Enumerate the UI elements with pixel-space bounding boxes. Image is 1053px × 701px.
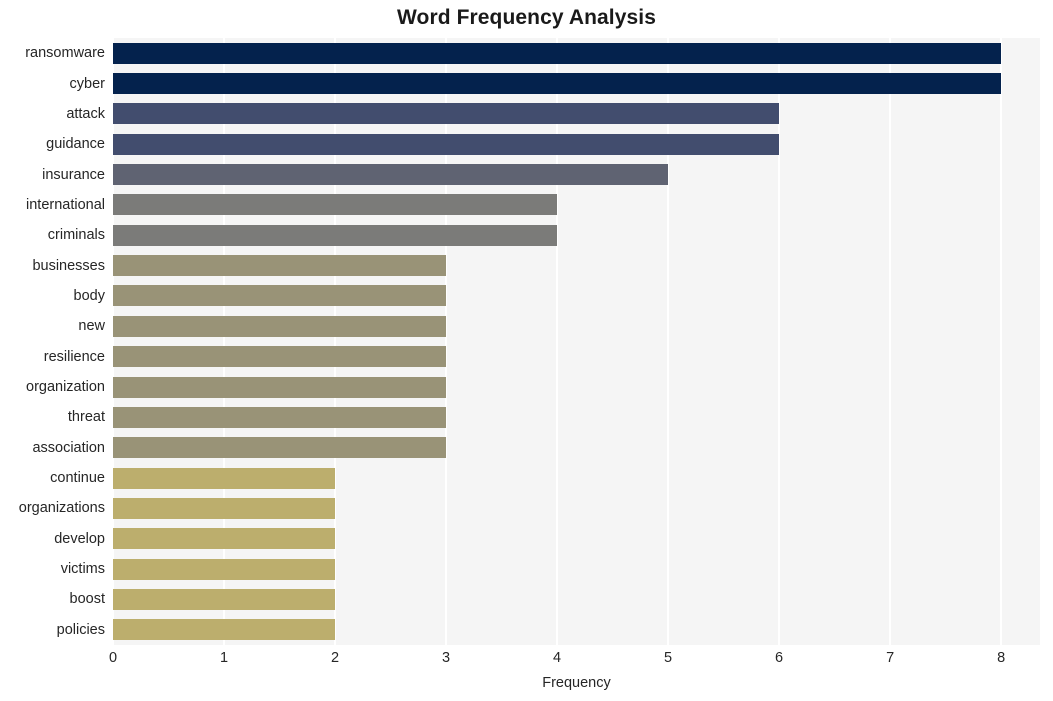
x-tick-label-4: 4 xyxy=(553,650,562,666)
chart-title: Word Frequency Analysis xyxy=(396,6,657,29)
bar-boost xyxy=(113,588,336,610)
y-tick-label-continue: continue xyxy=(50,470,105,487)
x-tick-label-8: 8 xyxy=(997,650,1006,666)
bar-row xyxy=(113,554,336,584)
y-tick-label-organizations: organizations xyxy=(18,500,105,517)
bar-association xyxy=(113,437,447,459)
y-tick-label-cyber: cyber xyxy=(69,75,105,92)
x-axis-tick-labels: 0 1 2 3 4 5 6 7 8 xyxy=(109,650,1040,674)
bar-cyber xyxy=(113,73,1002,95)
bar-international xyxy=(113,194,558,216)
bar-row xyxy=(113,99,780,129)
bar-guidance xyxy=(113,133,780,155)
bar-row xyxy=(113,159,669,189)
y-tick-label-victims: victims xyxy=(60,561,105,578)
x-tick-label-0: 0 xyxy=(108,650,118,666)
bar-row xyxy=(113,38,1002,68)
y-tick-label-ransomware: ransomware xyxy=(25,45,105,62)
bar-row xyxy=(113,190,558,220)
x-axis-title: Frequency xyxy=(542,675,611,691)
y-tick-label-association: association xyxy=(32,439,105,456)
bar-row xyxy=(113,524,336,554)
bar-row xyxy=(113,615,336,645)
x-tick-label-6: 6 xyxy=(775,650,784,666)
y-tick-label-develop: develop xyxy=(54,530,105,547)
bar-row xyxy=(113,402,447,432)
bar-organizations xyxy=(113,497,336,519)
y-tick-label-body: body xyxy=(73,287,105,304)
x-tick-label-3: 3 xyxy=(442,650,451,666)
bar-row xyxy=(113,433,447,463)
bar-row xyxy=(113,372,447,402)
bar-body xyxy=(113,285,447,307)
bar-row xyxy=(113,250,447,280)
bar-continue xyxy=(113,467,336,489)
bar-resilience xyxy=(113,346,447,368)
y-tick-label-attack: attack xyxy=(66,105,105,122)
bar-row xyxy=(113,311,447,341)
y-tick-label-guidance: guidance xyxy=(46,136,105,153)
y-tick-label-boost: boost xyxy=(69,591,105,608)
bar-insurance xyxy=(113,164,669,186)
y-tick-label-policies: policies xyxy=(56,621,105,638)
bar-develop xyxy=(113,528,336,550)
y-tick-label-insurance: insurance xyxy=(42,166,105,183)
bar-criminals xyxy=(113,224,558,246)
y-tick-label-new: new xyxy=(78,318,105,335)
bar-row xyxy=(113,220,558,250)
y-tick-label-threat: threat xyxy=(67,409,105,426)
y-axis-tick-labels: ransomware cyber attack guidance insurance in… xyxy=(0,38,105,645)
bar-threat xyxy=(113,406,447,428)
y-tick-label-criminals: criminals xyxy=(47,227,105,244)
x-tick-label-1: 1 xyxy=(219,650,229,666)
bar-row xyxy=(113,342,447,372)
word-frequency-chart: Word Frequency Analysis ransomware cyber a… xyxy=(0,0,1053,701)
bar-organization xyxy=(113,376,447,398)
bar-victims xyxy=(113,558,336,580)
bar-ransomware xyxy=(113,42,1002,64)
bar-businesses xyxy=(113,255,447,277)
y-tick-label-resilience: resilience xyxy=(43,348,105,365)
bar-row xyxy=(113,584,336,614)
bar-row xyxy=(113,68,1002,98)
bar-row xyxy=(113,463,336,493)
bar-row xyxy=(113,493,336,523)
y-tick-label-organization: organization xyxy=(26,379,105,396)
y-tick-label-international: international xyxy=(26,196,105,213)
bar-row xyxy=(113,129,780,159)
x-tick-label-5: 5 xyxy=(664,650,673,666)
bar-row xyxy=(113,281,447,311)
y-tick-label-businesses: businesses xyxy=(32,257,105,274)
x-tick-label-7: 7 xyxy=(886,650,895,666)
bar-new xyxy=(113,315,447,337)
bars-layer xyxy=(113,38,1040,645)
bar-attack xyxy=(113,103,780,125)
bar-policies xyxy=(113,619,336,641)
x-tick-label-2: 2 xyxy=(330,650,340,666)
